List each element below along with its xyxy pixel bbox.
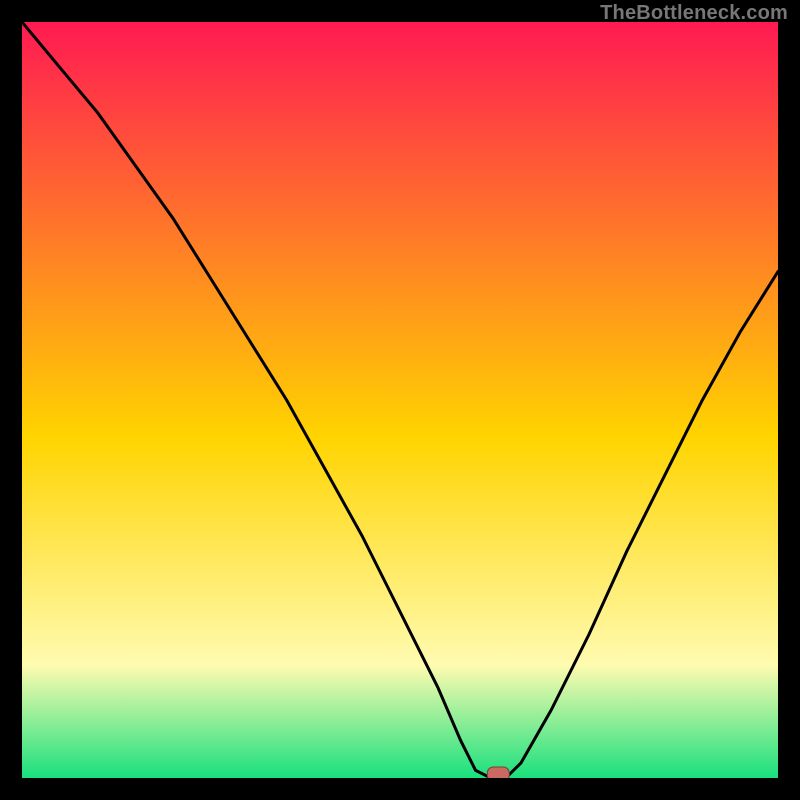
chart-svg [22,22,778,778]
watermark-text: TheBottleneck.com [600,2,788,25]
gradient-background [22,22,778,778]
plot-area [22,22,778,778]
min-bottleneck-marker [487,767,509,778]
chart-frame: TheBottleneck.com [0,0,800,800]
